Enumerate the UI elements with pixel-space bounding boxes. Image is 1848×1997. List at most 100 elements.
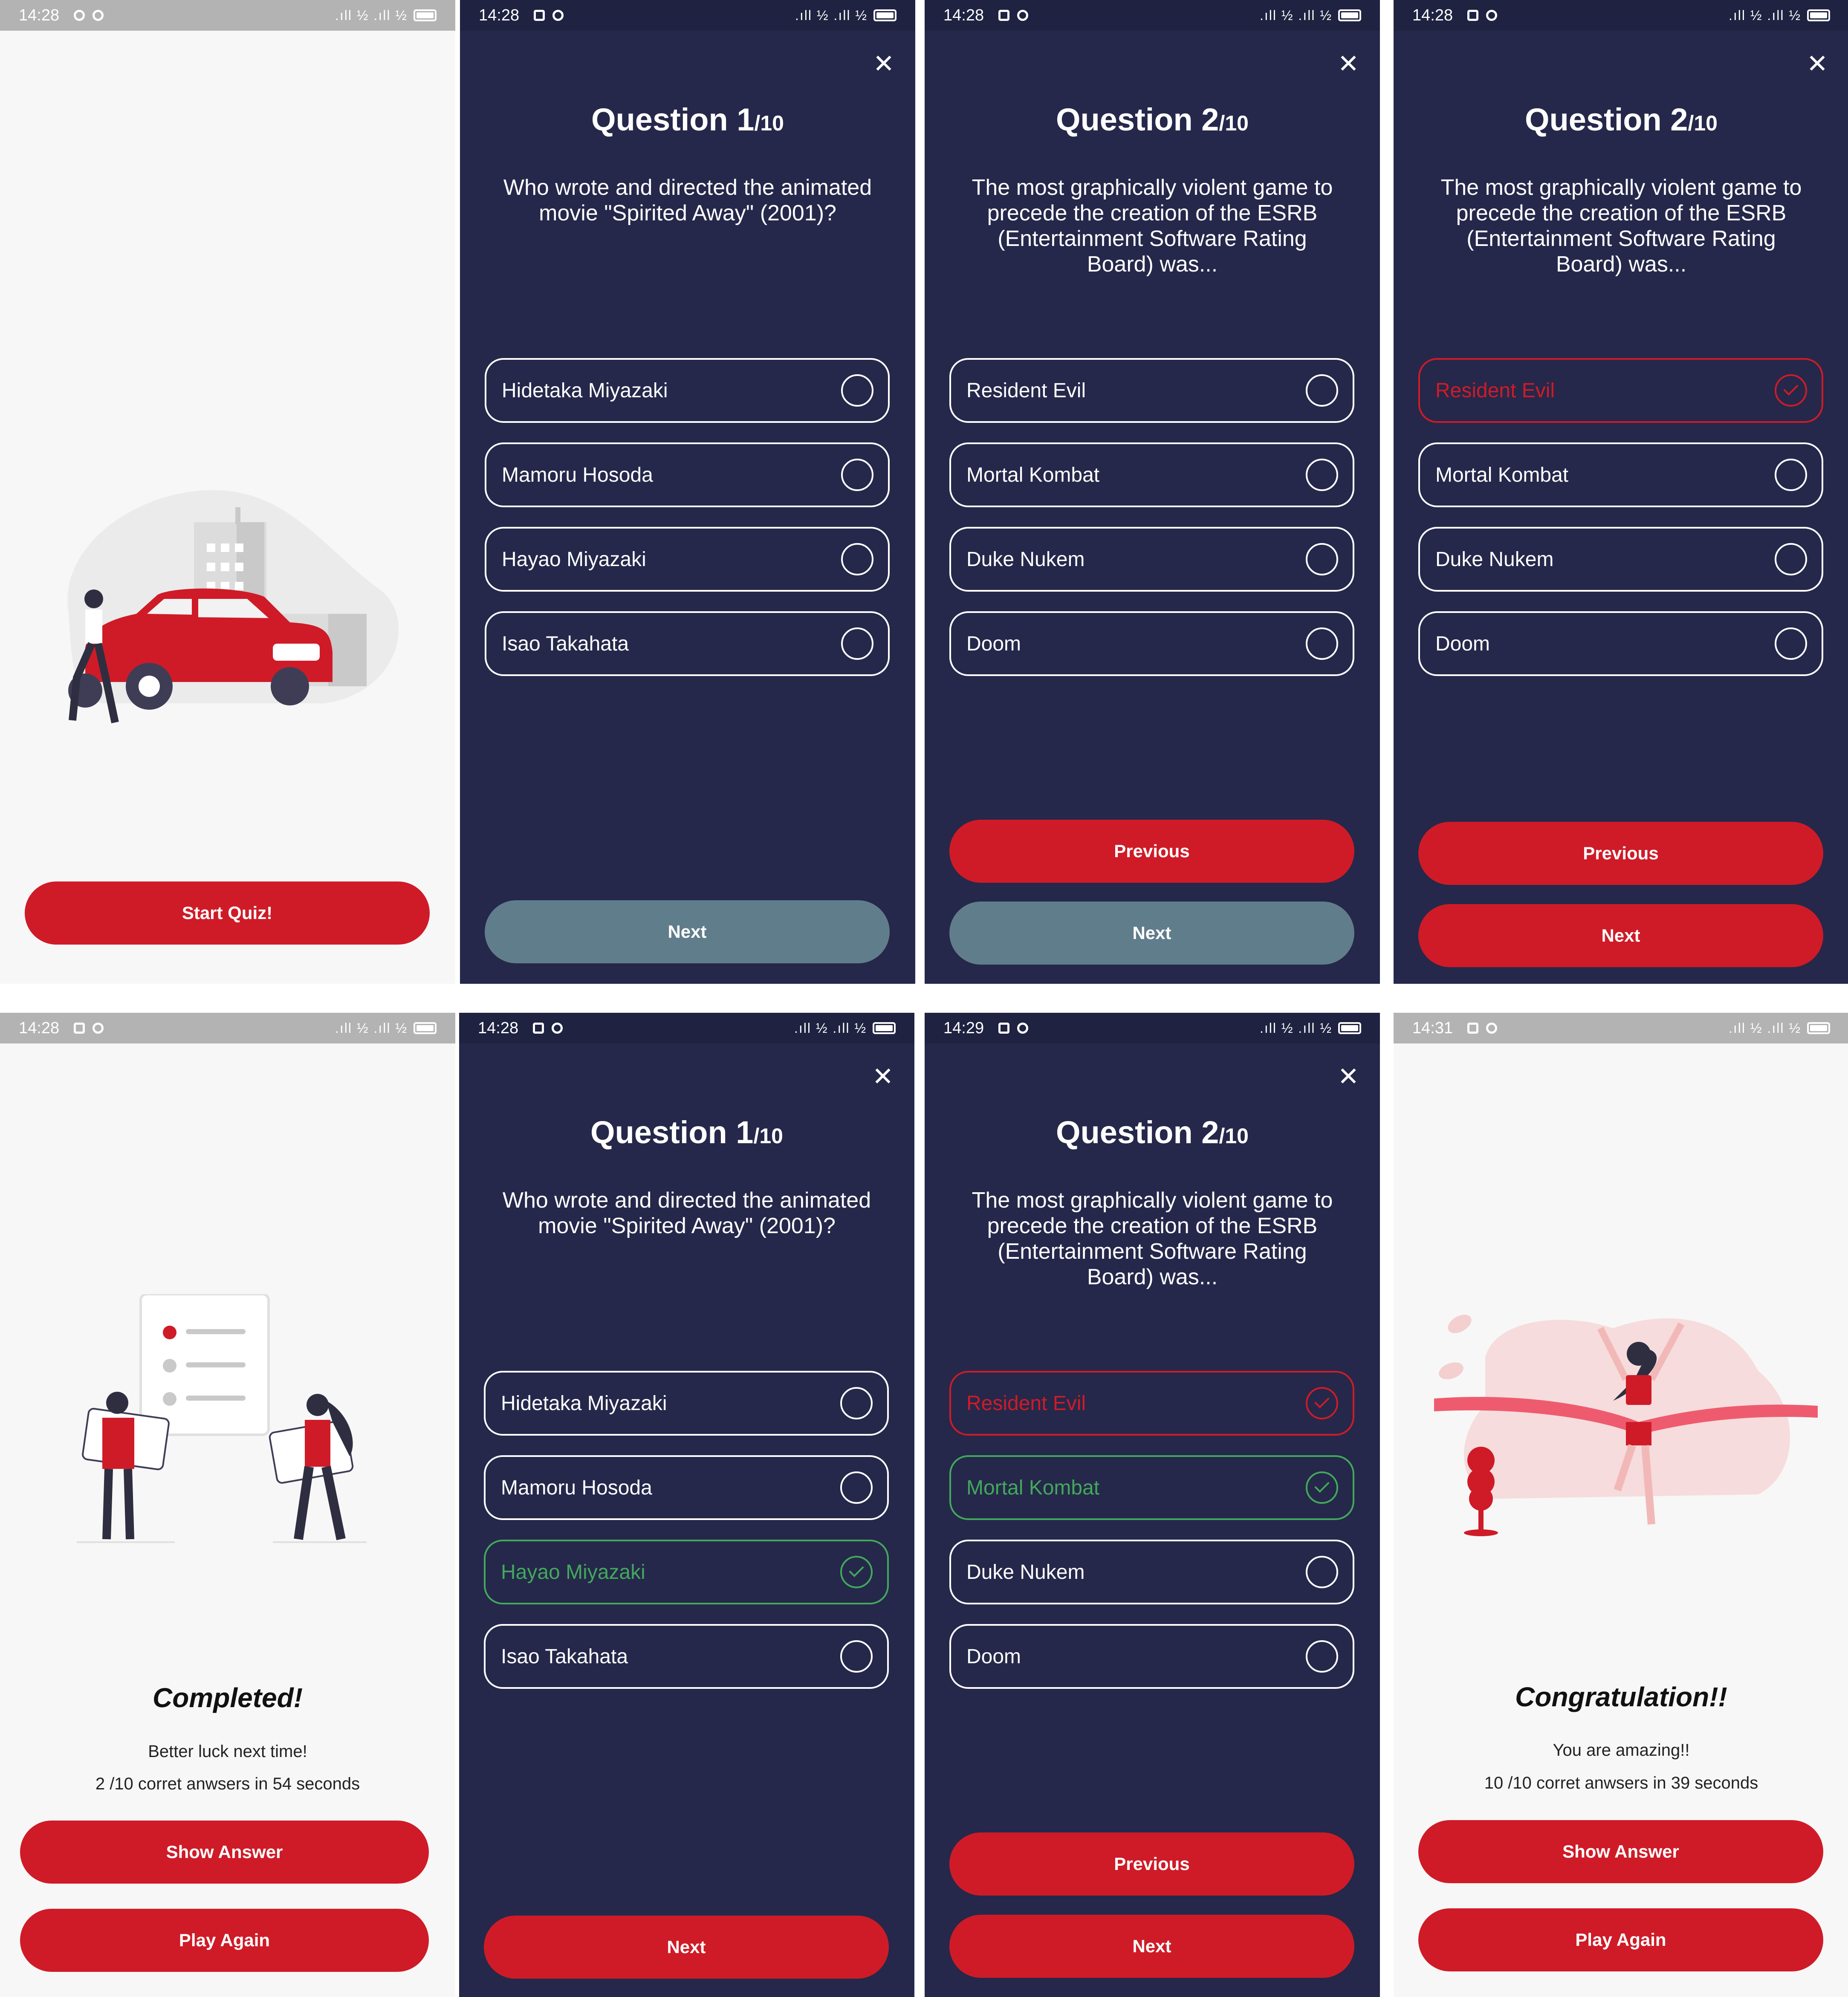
browser-icon	[552, 10, 564, 21]
answer-option[interactable]: Duke Nukem	[949, 527, 1354, 592]
result-title: Completed!	[153, 1682, 303, 1713]
browser-icon	[93, 1023, 104, 1034]
show-answer-button[interactable]: Show Answer	[1418, 1820, 1823, 1883]
status-time: 14:28	[19, 1019, 60, 1037]
gallery-icon	[1467, 10, 1479, 21]
result-subtitle: Better luck next time!	[148, 1742, 307, 1761]
answer-option-correct[interactable]: Hayao Miyazaki	[484, 1540, 889, 1604]
question-text: Who wrote and directed the animated movi…	[502, 1188, 871, 1238]
browser-icon	[1486, 10, 1498, 21]
play-again-button[interactable]: Play Again	[1418, 1908, 1823, 1971]
signal-icon: .ıll ½ .ıll ½	[335, 7, 408, 23]
question-total: /10	[1219, 1124, 1249, 1148]
gallery-icon	[533, 1023, 544, 1034]
next-button[interactable]: Next	[949, 1915, 1354, 1978]
answer-option[interactable]: Mortal Kombat	[1418, 442, 1823, 507]
answer-label: Resident Evil	[966, 1392, 1086, 1415]
answer-option[interactable]: Doom	[949, 611, 1354, 676]
answer-label: Hayao Miyazaki	[501, 1561, 645, 1584]
gallery-icon	[534, 10, 545, 21]
answer-label: Mortal Kombat	[1435, 463, 1569, 486]
battery-icon	[1338, 1022, 1361, 1034]
answer-label: Duke Nukem	[966, 1561, 1085, 1584]
question-screen-q2-selected: 14:28 .ıll ½ .ıll ½ ✕ Question 2/10 The …	[1394, 0, 1848, 984]
answer-option-selected[interactable]: Resident Evil	[1418, 358, 1823, 423]
radio-unchecked-icon	[840, 1640, 873, 1673]
answer-option[interactable]: Mamoru Hosoda	[484, 1455, 889, 1520]
gallery-icon	[998, 1023, 1010, 1034]
answer-list: Resident Evil Mortal Kombat Duke Nukem D…	[949, 1371, 1354, 1708]
answer-option[interactable]: Mortal Kombat	[949, 442, 1354, 507]
question-title: Question 2/10	[1394, 101, 1848, 138]
answer-label: Mortal Kombat	[966, 1476, 1100, 1499]
gallery-icon	[1467, 1023, 1479, 1034]
answer-option[interactable]: Hayao Miyazaki	[485, 527, 890, 592]
close-icon[interactable]: ✕	[1336, 51, 1361, 77]
status-right: .ıll ½ .ıll ½	[335, 8, 437, 23]
status-time: 14:28	[19, 6, 60, 24]
radio-unchecked-icon	[840, 1471, 873, 1504]
previous-button[interactable]: Previous	[1418, 822, 1823, 885]
radio-unchecked-icon	[1306, 459, 1338, 491]
status-time: 14:29	[943, 1019, 984, 1037]
next-button[interactable]: Next	[485, 900, 890, 963]
question-title: Question 1/10	[460, 101, 915, 138]
close-icon[interactable]: ✕	[1336, 1064, 1361, 1090]
answer-list: Resident Evil Mortal Kombat Duke Nukem D…	[1418, 358, 1823, 696]
close-icon[interactable]: ✕	[1805, 51, 1830, 77]
answer-label: Mortal Kombat	[966, 463, 1100, 486]
answer-option-wrong[interactable]: Resident Evil	[949, 1371, 1354, 1436]
check-icon	[849, 1562, 864, 1578]
question-title: Question 2/10	[925, 1114, 1380, 1150]
answer-option[interactable]: Doom	[1418, 611, 1823, 676]
question-total: /10	[1219, 111, 1249, 135]
show-answer-button[interactable]: Show Answer	[20, 1821, 429, 1884]
answer-option[interactable]: Isao Takahata	[485, 611, 890, 676]
radio-unchecked-icon	[1306, 1556, 1338, 1588]
question-screen-q1: 14:28 .ıll ½ .ıll ½ ✕ Question 1/10 Who …	[460, 0, 915, 984]
status-right: .ıll ½ .ıll ½	[1260, 1020, 1361, 1036]
next-button[interactable]: Next	[1418, 904, 1823, 967]
answer-option-correct[interactable]: Mortal Kombat	[949, 1455, 1354, 1520]
previous-button[interactable]: Previous	[949, 820, 1354, 883]
close-icon[interactable]: ✕	[871, 51, 897, 77]
answer-option[interactable]: Resident Evil	[949, 358, 1354, 423]
start-quiz-button[interactable]: Start Quiz!	[25, 881, 430, 945]
question-number: Question 2	[1056, 102, 1219, 137]
answer-option[interactable]: Doom	[949, 1624, 1354, 1689]
radio-unchecked-icon	[1306, 374, 1338, 407]
answer-option[interactable]: Isao Takahata	[484, 1624, 889, 1689]
close-icon[interactable]: ✕	[870, 1064, 896, 1090]
answer-option[interactable]: Hidetaka Miyazaki	[485, 358, 890, 423]
status-bar: 14:28 .ıll ½ .ıll ½	[459, 1013, 914, 1043]
browser-icon	[93, 10, 104, 21]
play-again-button[interactable]: Play Again	[20, 1909, 429, 1972]
signal-icon: .ıll ½ .ıll ½	[795, 7, 868, 23]
answer-label: Mamoru Hosoda	[501, 1476, 652, 1499]
answer-label: Duke Nukem	[966, 548, 1085, 571]
answer-option[interactable]: Hidetaka Miyazaki	[484, 1371, 889, 1436]
status-bar: 14:28 .ıll ½ .ıll ½	[0, 0, 455, 31]
radio-unchecked-icon	[1775, 459, 1807, 491]
previous-button[interactable]: Previous	[949, 1832, 1354, 1896]
question-number: Question 2	[1056, 1115, 1219, 1150]
answer-label: Isao Takahata	[502, 632, 629, 655]
answer-label: Doom	[966, 1645, 1021, 1668]
signal-icon: .ıll ½ .ıll ½	[1259, 1020, 1332, 1036]
answer-label: Hayao Miyazaki	[502, 548, 646, 571]
next-button[interactable]: Next	[484, 1916, 889, 1979]
answer-option[interactable]: Mamoru Hosoda	[485, 442, 890, 507]
question-number: Question 1	[590, 1115, 754, 1150]
answer-review-q2: 14:29 .ıll ½ .ıll ½ ✕ Question 2/10 The …	[925, 1013, 1380, 1997]
answer-option[interactable]: Duke Nukem	[1418, 527, 1823, 592]
next-button[interactable]: Next	[949, 902, 1354, 965]
status-right: .ıll ½ .ıll ½	[794, 1020, 896, 1036]
battery-icon	[873, 1022, 896, 1034]
signal-icon: .ıll ½ .ıll ½	[335, 1020, 408, 1036]
answer-label: Resident Evil	[966, 379, 1086, 402]
status-bar: 14:28 .ıll ½ .ıll ½	[925, 0, 1380, 31]
answer-option[interactable]: Duke Nukem	[949, 1540, 1354, 1604]
start-screen: 14:28 .ıll ½ .ıll ½ Start Quiz!	[0, 0, 455, 984]
status-right: .ıll ½ .ıll ½	[335, 1020, 437, 1036]
status-bar: 14:29 .ıll ½ .ıll ½	[925, 1013, 1380, 1043]
